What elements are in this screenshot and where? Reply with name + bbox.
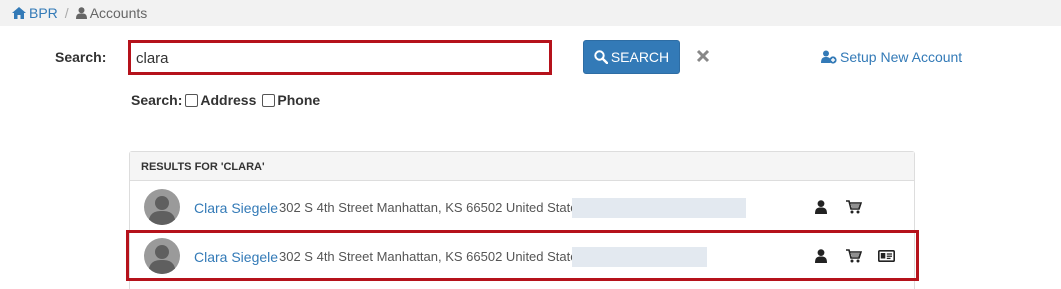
account-address: 302 S 4th Street Manhattan, KS 66502 Uni… — [279, 200, 584, 215]
search-input[interactable]: clara — [128, 40, 552, 75]
breadcrumb: BPR / Accounts — [0, 0, 1061, 26]
search-label: Search: — [55, 49, 107, 65]
result-row: Clara Siegele 302 S 4th Street Manhattan… — [130, 183, 914, 231]
close-icon — [696, 49, 710, 63]
setup-new-account-label: Setup New Account — [840, 49, 963, 65]
search-button[interactable]: SEARCH — [583, 40, 680, 74]
phone-checkbox-label: Phone — [277, 92, 321, 108]
results-header: RESULTS FOR 'CLARA' — [130, 152, 914, 181]
selected-row-highlight — [126, 230, 919, 281]
person-silhouette-icon — [148, 196, 176, 225]
breadcrumb-current-label: Accounts — [89, 5, 148, 21]
cart-button[interactable] — [846, 199, 862, 215]
user-icon — [815, 200, 827, 214]
user-icon — [75, 7, 87, 19]
search-options-label: Search: — [131, 92, 183, 108]
account-name-link[interactable]: Clara Siegele — [194, 200, 278, 216]
clear-search-button[interactable] — [694, 47, 712, 65]
setup-new-account-link[interactable]: Setup New Account — [821, 49, 962, 65]
home-icon — [12, 7, 26, 19]
breadcrumb-home-label: BPR — [29, 5, 58, 21]
breadcrumb-current: Accounts — [75, 5, 148, 21]
phone-checkbox[interactable] — [262, 93, 276, 107]
address-checkbox[interactable] — [185, 93, 199, 107]
shopping-cart-icon — [846, 200, 862, 214]
breadcrumb-home-link[interactable]: BPR — [12, 5, 58, 21]
search-icon — [594, 50, 608, 64]
breadcrumb-separator: / — [64, 5, 69, 21]
avatar — [144, 189, 180, 225]
address-checkbox-label: Address — [200, 92, 257, 108]
view-account-button[interactable] — [813, 199, 829, 215]
add-user-icon — [821, 50, 837, 64]
search-options: Search: Address Phone — [131, 92, 320, 108]
search-button-label: SEARCH — [610, 49, 670, 65]
redacted-field — [572, 198, 746, 218]
